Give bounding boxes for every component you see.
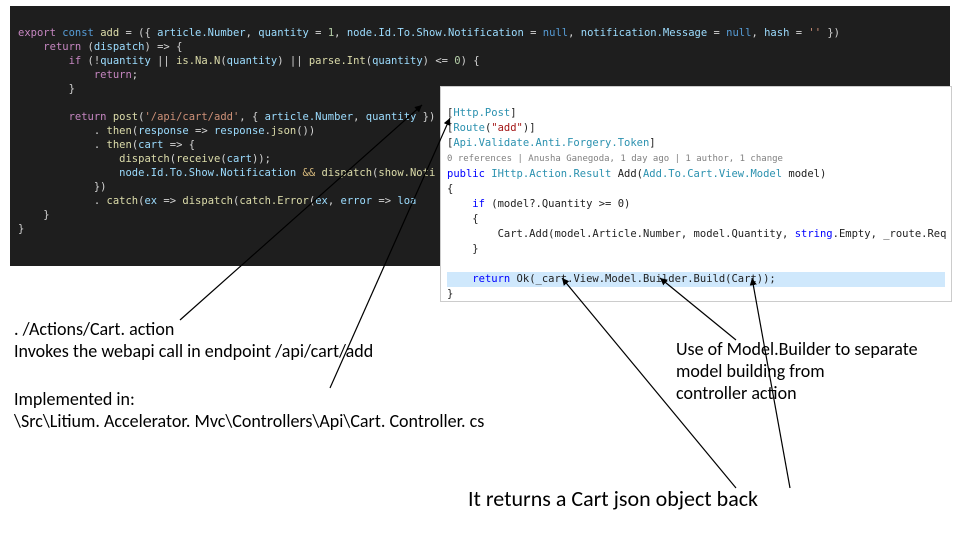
annotation-right-line2: model building from [676, 360, 956, 382]
annotation-implemented: Implemented in: \Src\Litium. Accelerator… [14, 388, 654, 432]
csharp-code-block: [Http.Post] [Route("add")] [Api.Validate… [440, 86, 952, 302]
annotation-left: . /Actions/Cart. action Invokes the weba… [14, 318, 654, 362]
annotation-bottom: It returns a Cart json object back [468, 488, 758, 510]
annotation-right-line3: controller action [676, 382, 956, 404]
annotation-right: Use of Model.Builder to separate model b… [676, 338, 956, 404]
annotation-right-line1: Use of Model.Builder to separate [676, 338, 956, 360]
annotation-impl-line1: Implemented in: [14, 388, 654, 410]
annotation-impl-line2: \Src\Litium. Accelerator. Mvc\Controller… [14, 410, 654, 432]
annotation-left-line1: . /Actions/Cart. action [14, 318, 654, 340]
annotation-left-line2: Invokes the webapi call in endpoint /api… [14, 340, 654, 362]
